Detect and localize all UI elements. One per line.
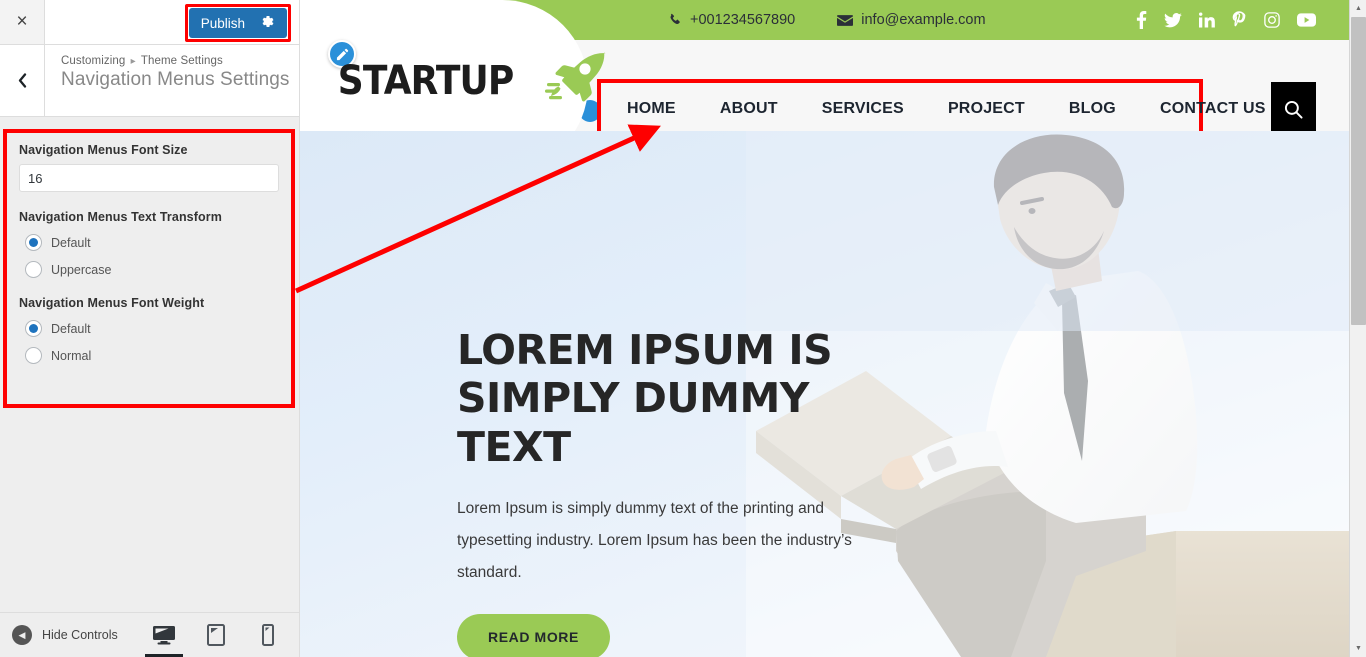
phone-number: +001234567890 bbox=[690, 12, 796, 28]
font-size-input[interactable] bbox=[19, 164, 279, 192]
envelope-icon bbox=[837, 14, 854, 27]
font-size-label: Navigation Menus Font Size bbox=[19, 143, 188, 157]
customizer-topbar: × Publish bbox=[0, 0, 299, 45]
main-navigation: HOME ABOUT SERVICES PROJECT BLOG CONTACT… bbox=[605, 100, 1288, 118]
text-transform-label: Navigation Menus Text Transform bbox=[19, 210, 222, 224]
hide-controls-label: Hide Controls bbox=[42, 628, 118, 642]
hero-content: LOREM IPSUM IS SIMPLY DUMMY TEXT Lorem I… bbox=[457, 326, 887, 657]
publish-button-label: Publish bbox=[200, 15, 245, 31]
radio-text-transform-uppercase[interactable]: Uppercase bbox=[25, 261, 279, 278]
radio-button-icon[interactable] bbox=[25, 320, 42, 337]
text-transform-control: Navigation Menus Text Transform Default … bbox=[19, 210, 279, 278]
publish-button[interactable]: Publish bbox=[188, 8, 287, 38]
radio-font-weight-normal[interactable]: Normal bbox=[25, 347, 279, 364]
panel-title-group: Customizing ▸ Theme Settings Navigation … bbox=[45, 45, 290, 116]
customizer-screen: × Publish Customizing ▸ Theme Settings N… bbox=[0, 0, 1366, 657]
preview-scrollbar[interactable]: ▲ ▼ bbox=[1349, 0, 1366, 657]
gear-icon[interactable] bbox=[261, 15, 275, 31]
publish-annotation-box: Publish bbox=[184, 4, 291, 42]
facebook-icon[interactable] bbox=[1136, 11, 1147, 29]
customizer-panel-header: Customizing ▸ Theme Settings Navigation … bbox=[0, 45, 299, 117]
navigation-settings-annotation-box: Navigation Menus Font Size Navigation Me… bbox=[3, 129, 295, 408]
chevron-left-icon[interactable] bbox=[0, 45, 45, 116]
tablet-icon[interactable] bbox=[203, 620, 229, 650]
hide-controls-button[interactable]: ◀ Hide Controls bbox=[0, 625, 118, 645]
breadcrumb-separator-icon: ▸ bbox=[130, 56, 136, 67]
radio-label: Default bbox=[51, 235, 91, 250]
search-icon bbox=[1284, 100, 1303, 124]
breadcrumb: Customizing ▸ Theme Settings bbox=[61, 55, 290, 67]
font-size-control: Navigation Menus Font Size bbox=[19, 143, 279, 192]
social-links bbox=[1136, 11, 1366, 29]
radio-button-icon[interactable] bbox=[25, 234, 42, 251]
radio-button-icon[interactable] bbox=[25, 261, 42, 278]
nav-item-contact-us[interactable]: CONTACT US bbox=[1138, 100, 1288, 118]
logo[interactable]: STARTUP bbox=[318, 40, 607, 109]
device-preview-switcher bbox=[145, 620, 299, 657]
phone-item[interactable]: +001234567890 bbox=[668, 12, 795, 28]
radio-label: Default bbox=[51, 321, 91, 336]
topbar-contact-group: +001234567890 info@example.com bbox=[668, 12, 986, 28]
email-address: info@example.com bbox=[861, 12, 986, 28]
linkedin-icon[interactable] bbox=[1199, 12, 1215, 28]
twitter-icon[interactable] bbox=[1164, 12, 1182, 28]
scroll-up-arrow-icon[interactable]: ▲ bbox=[1350, 0, 1366, 17]
radio-label: Uppercase bbox=[51, 262, 112, 277]
navigation-settings-controls: Navigation Menus Font Size Navigation Me… bbox=[7, 133, 291, 364]
phone-icon bbox=[668, 13, 682, 27]
radio-label: Normal bbox=[51, 348, 92, 363]
nav-item-blog[interactable]: BLOG bbox=[1047, 100, 1138, 118]
radio-text-transform-default[interactable]: Default bbox=[25, 234, 279, 251]
hero-title: LOREM IPSUM IS SIMPLY DUMMY TEXT bbox=[457, 326, 833, 471]
close-icon[interactable]: × bbox=[0, 0, 45, 44]
scroll-down-arrow-icon[interactable]: ▼ bbox=[1350, 640, 1366, 657]
collapse-arrow-icon: ◀ bbox=[12, 625, 32, 645]
desktop-icon[interactable] bbox=[145, 620, 183, 657]
youtube-icon[interactable] bbox=[1297, 13, 1316, 27]
pinterest-icon[interactable] bbox=[1232, 11, 1247, 29]
email-item[interactable]: info@example.com bbox=[837, 12, 986, 28]
page-title: Navigation Menus Settings bbox=[61, 69, 290, 90]
nav-item-services[interactable]: SERVICES bbox=[800, 100, 926, 118]
nav-item-home[interactable]: HOME bbox=[605, 100, 698, 118]
scrollbar-thumb[interactable] bbox=[1351, 17, 1366, 325]
customizer-footer: ◀ Hide Controls bbox=[0, 612, 299, 657]
font-weight-label: Navigation Menus Font Weight bbox=[19, 296, 205, 310]
radio-button-icon[interactable] bbox=[25, 347, 42, 364]
site-preview: +001234567890 info@example.com STARTUP H… bbox=[300, 0, 1366, 657]
hero-subtitle: Lorem Ipsum is simply dummy text of the … bbox=[457, 500, 852, 581]
read-more-button[interactable]: READ MORE bbox=[457, 614, 610, 657]
logo-text: STARTUP bbox=[337, 57, 514, 104]
customizer-sidebar: × Publish Customizing ▸ Theme Settings N… bbox=[0, 0, 300, 657]
mobile-icon[interactable] bbox=[255, 620, 281, 650]
breadcrumb-parent[interactable]: Theme Settings bbox=[141, 55, 223, 67]
hero-section: LOREM IPSUM IS SIMPLY DUMMY TEXT Lorem I… bbox=[300, 131, 1366, 657]
instagram-icon[interactable] bbox=[1264, 12, 1280, 28]
nav-item-project[interactable]: PROJECT bbox=[926, 100, 1047, 118]
breadcrumb-root[interactable]: Customizing bbox=[61, 55, 125, 67]
preview-header: STARTUP HOME ABOUT SERVICES PROJECT BLOG… bbox=[300, 0, 1366, 171]
nav-item-about[interactable]: ABOUT bbox=[698, 100, 800, 118]
radio-font-weight-default[interactable]: Default bbox=[25, 320, 279, 337]
font-weight-control: Navigation Menus Font Weight Default Nor… bbox=[19, 296, 279, 364]
